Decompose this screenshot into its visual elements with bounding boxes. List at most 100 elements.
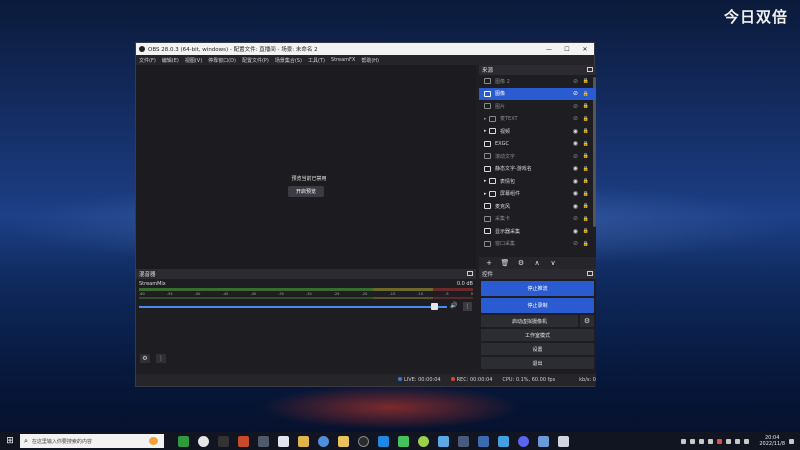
app-icon-2[interactable] [198, 435, 209, 447]
cloud-app-icon[interactable] [278, 435, 289, 447]
menu-view[interactable]: 视图(V) [185, 57, 202, 64]
menu-tools[interactable]: 工具(T) [308, 57, 325, 64]
exit-button[interactable]: 退出 [481, 357, 594, 369]
start-virtual-camera-button[interactable]: 启动虚拟摄像机 [481, 315, 578, 327]
lock-icon[interactable]: 🔒 [583, 153, 589, 159]
mixer-menu-icon[interactable]: ⋮ [156, 354, 166, 363]
source-item[interactable]: 采集卡 ⊘ 🔒 [479, 213, 596, 226]
input-method-icon[interactable] [744, 438, 750, 444]
eye-icon[interactable]: ◉ [573, 203, 578, 210]
lock-icon[interactable]: 🔒 [583, 141, 589, 147]
volume-icon[interactable] [735, 438, 741, 444]
eye-hidden-icon[interactable]: ⊘ [573, 103, 578, 110]
add-source-button[interactable]: + [484, 259, 494, 268]
volume-slider[interactable] [139, 306, 447, 308]
lock-icon[interactable]: 🔒 [583, 103, 589, 109]
eye-icon[interactable]: ◉ [573, 178, 578, 185]
menu-edit[interactable]: 编辑(E) [162, 57, 179, 64]
eye-hidden-icon[interactable]: ⊘ [573, 153, 578, 160]
lock-icon[interactable]: 🔒 [583, 128, 589, 134]
source-item[interactable]: 图像 ⊘ 🔒 [479, 87, 596, 100]
source-item[interactable]: ▸ 表情包 ◉ 🔒 [479, 175, 596, 188]
source-item[interactable]: 图片 ⊘ 🔒 [479, 100, 596, 113]
source-item[interactable]: EXGC ◉ 🔒 [479, 138, 596, 151]
source-item[interactable]: 窗口采集 ⊘ 🔒 [479, 238, 596, 251]
network-icon[interactable] [726, 438, 732, 444]
app-icon-13[interactable] [418, 435, 429, 447]
lock-icon[interactable]: 🔒 [583, 166, 589, 172]
lock-icon[interactable]: 🔒 [583, 216, 589, 222]
source-item[interactable]: 图像 2 ⊘ 🔒 [479, 75, 596, 88]
stop-recording-button[interactable]: 停止录制 [481, 298, 594, 313]
eye-icon[interactable]: ◉ [573, 190, 578, 197]
studio-mode-button[interactable]: 工作室模式 [481, 329, 594, 341]
eye-icon[interactable]: ◉ [573, 140, 578, 147]
lock-icon[interactable]: 🔒 [583, 78, 589, 84]
xbox-app-icon[interactable] [178, 435, 189, 447]
tray-icon-1[interactable] [690, 438, 696, 444]
eye-hidden-icon[interactable]: ⊘ [573, 90, 578, 97]
eye-hidden-icon[interactable]: ⊘ [573, 78, 578, 85]
app-icon-4[interactable] [238, 435, 249, 447]
speaker-icon[interactable]: 🔊 [450, 302, 457, 309]
app-icon-5[interactable] [258, 435, 269, 447]
tray-icon-4[interactable] [717, 438, 723, 444]
app-icon-20[interactable] [558, 435, 569, 447]
eye-hidden-icon[interactable]: ⊘ [573, 215, 578, 222]
menu-docks[interactable]: 停靠窗口(D) [208, 57, 236, 64]
app-icon-11[interactable] [378, 435, 389, 447]
tray-chevron-icon[interactable] [681, 438, 687, 444]
chrome-icon[interactable] [318, 435, 329, 447]
app-icon-17[interactable] [498, 435, 509, 447]
move-down-button[interactable]: ∨ [548, 259, 558, 268]
lock-icon[interactable]: 🔒 [583, 228, 589, 234]
settings-button[interactable]: 设置 [481, 343, 594, 355]
lock-icon[interactable]: 🔒 [583, 116, 589, 122]
stop-streaming-button[interactable]: 停止推流 [481, 281, 594, 296]
clock[interactable]: 20:04 2022/11/8 [759, 435, 785, 447]
source-item[interactable]: 麦克风 ◉ 🔒 [479, 200, 596, 213]
capcut-app-icon[interactable] [218, 435, 229, 447]
sources-list[interactable]: 图像 2 ⊘ 🔒 图像 ⊘ 🔒 图片 ⊘ 🔒 ▸ 麦TEXT ⊘ 🔒 ▸ 视频 ◉ 🔒 EXGC ◉ 🔒 滚动文字 ⊘ 🔒 静… [479, 75, 596, 257]
mixer-settings-icon[interactable]: ⚙ [140, 354, 150, 363]
notifications-icon[interactable] [789, 438, 794, 444]
steam-icon[interactable] [478, 435, 489, 447]
eye-icon[interactable]: ◉ [573, 165, 578, 172]
wechat-icon[interactable] [398, 435, 409, 447]
channel-menu-button[interactable]: ⋮ [463, 302, 472, 311]
app-icon-19[interactable] [538, 435, 549, 447]
move-up-button[interactable]: ∧ [532, 259, 542, 268]
windows-start-icon[interactable]: ⊞ [0, 432, 20, 450]
menu-help[interactable]: 帮助(H) [361, 57, 379, 64]
remove-source-button[interactable]: 🗑 [500, 259, 510, 268]
source-item[interactable]: 滚动文字 ⊘ 🔒 [479, 150, 596, 163]
tray-icon-2[interactable] [699, 438, 705, 444]
app-icon-14[interactable] [438, 435, 449, 447]
undock-icon[interactable] [467, 271, 473, 276]
lock-icon[interactable]: 🔒 [583, 241, 589, 247]
maximize-button[interactable]: ☐ [558, 46, 576, 53]
source-item[interactable]: 显示器采集 ◉ 🔒 [479, 225, 596, 238]
menu-streamfx[interactable]: StreamFX [331, 57, 355, 63]
taskbar-search[interactable]: ⌕ 在这里输入你要搜索的内容 [20, 434, 164, 448]
source-item[interactable]: 静态文字-游戏名 ◉ 🔒 [479, 163, 596, 176]
close-button[interactable]: ✕ [576, 46, 594, 53]
undock-icon[interactable] [587, 67, 593, 72]
menu-profile[interactable]: 配置文件(P) [242, 57, 269, 64]
source-properties-button[interactable]: ⚙ [516, 259, 526, 268]
app-icon-9[interactable] [338, 435, 349, 447]
tray-icon-3[interactable] [708, 438, 714, 444]
discord-icon[interactable] [518, 435, 529, 447]
lock-icon[interactable]: 🔒 [583, 178, 589, 184]
menu-file[interactable]: 文件(F) [139, 57, 156, 64]
obs-taskbar-icon[interactable] [358, 435, 369, 447]
eye-hidden-icon[interactable]: ⊘ [573, 240, 578, 247]
source-item[interactable]: ▸ 麦TEXT ⊘ 🔒 [479, 113, 596, 126]
minimize-button[interactable]: — [540, 46, 558, 53]
undock-icon[interactable] [587, 271, 593, 276]
menu-scene-collection[interactable]: 场景集合(S) [275, 57, 302, 64]
eye-icon[interactable]: ◉ [573, 128, 578, 135]
volume-slider-handle[interactable] [431, 303, 438, 310]
eye-hidden-icon[interactable]: ⊘ [573, 115, 578, 122]
source-item[interactable]: ▸ 视频 ◉ 🔒 [479, 125, 596, 138]
